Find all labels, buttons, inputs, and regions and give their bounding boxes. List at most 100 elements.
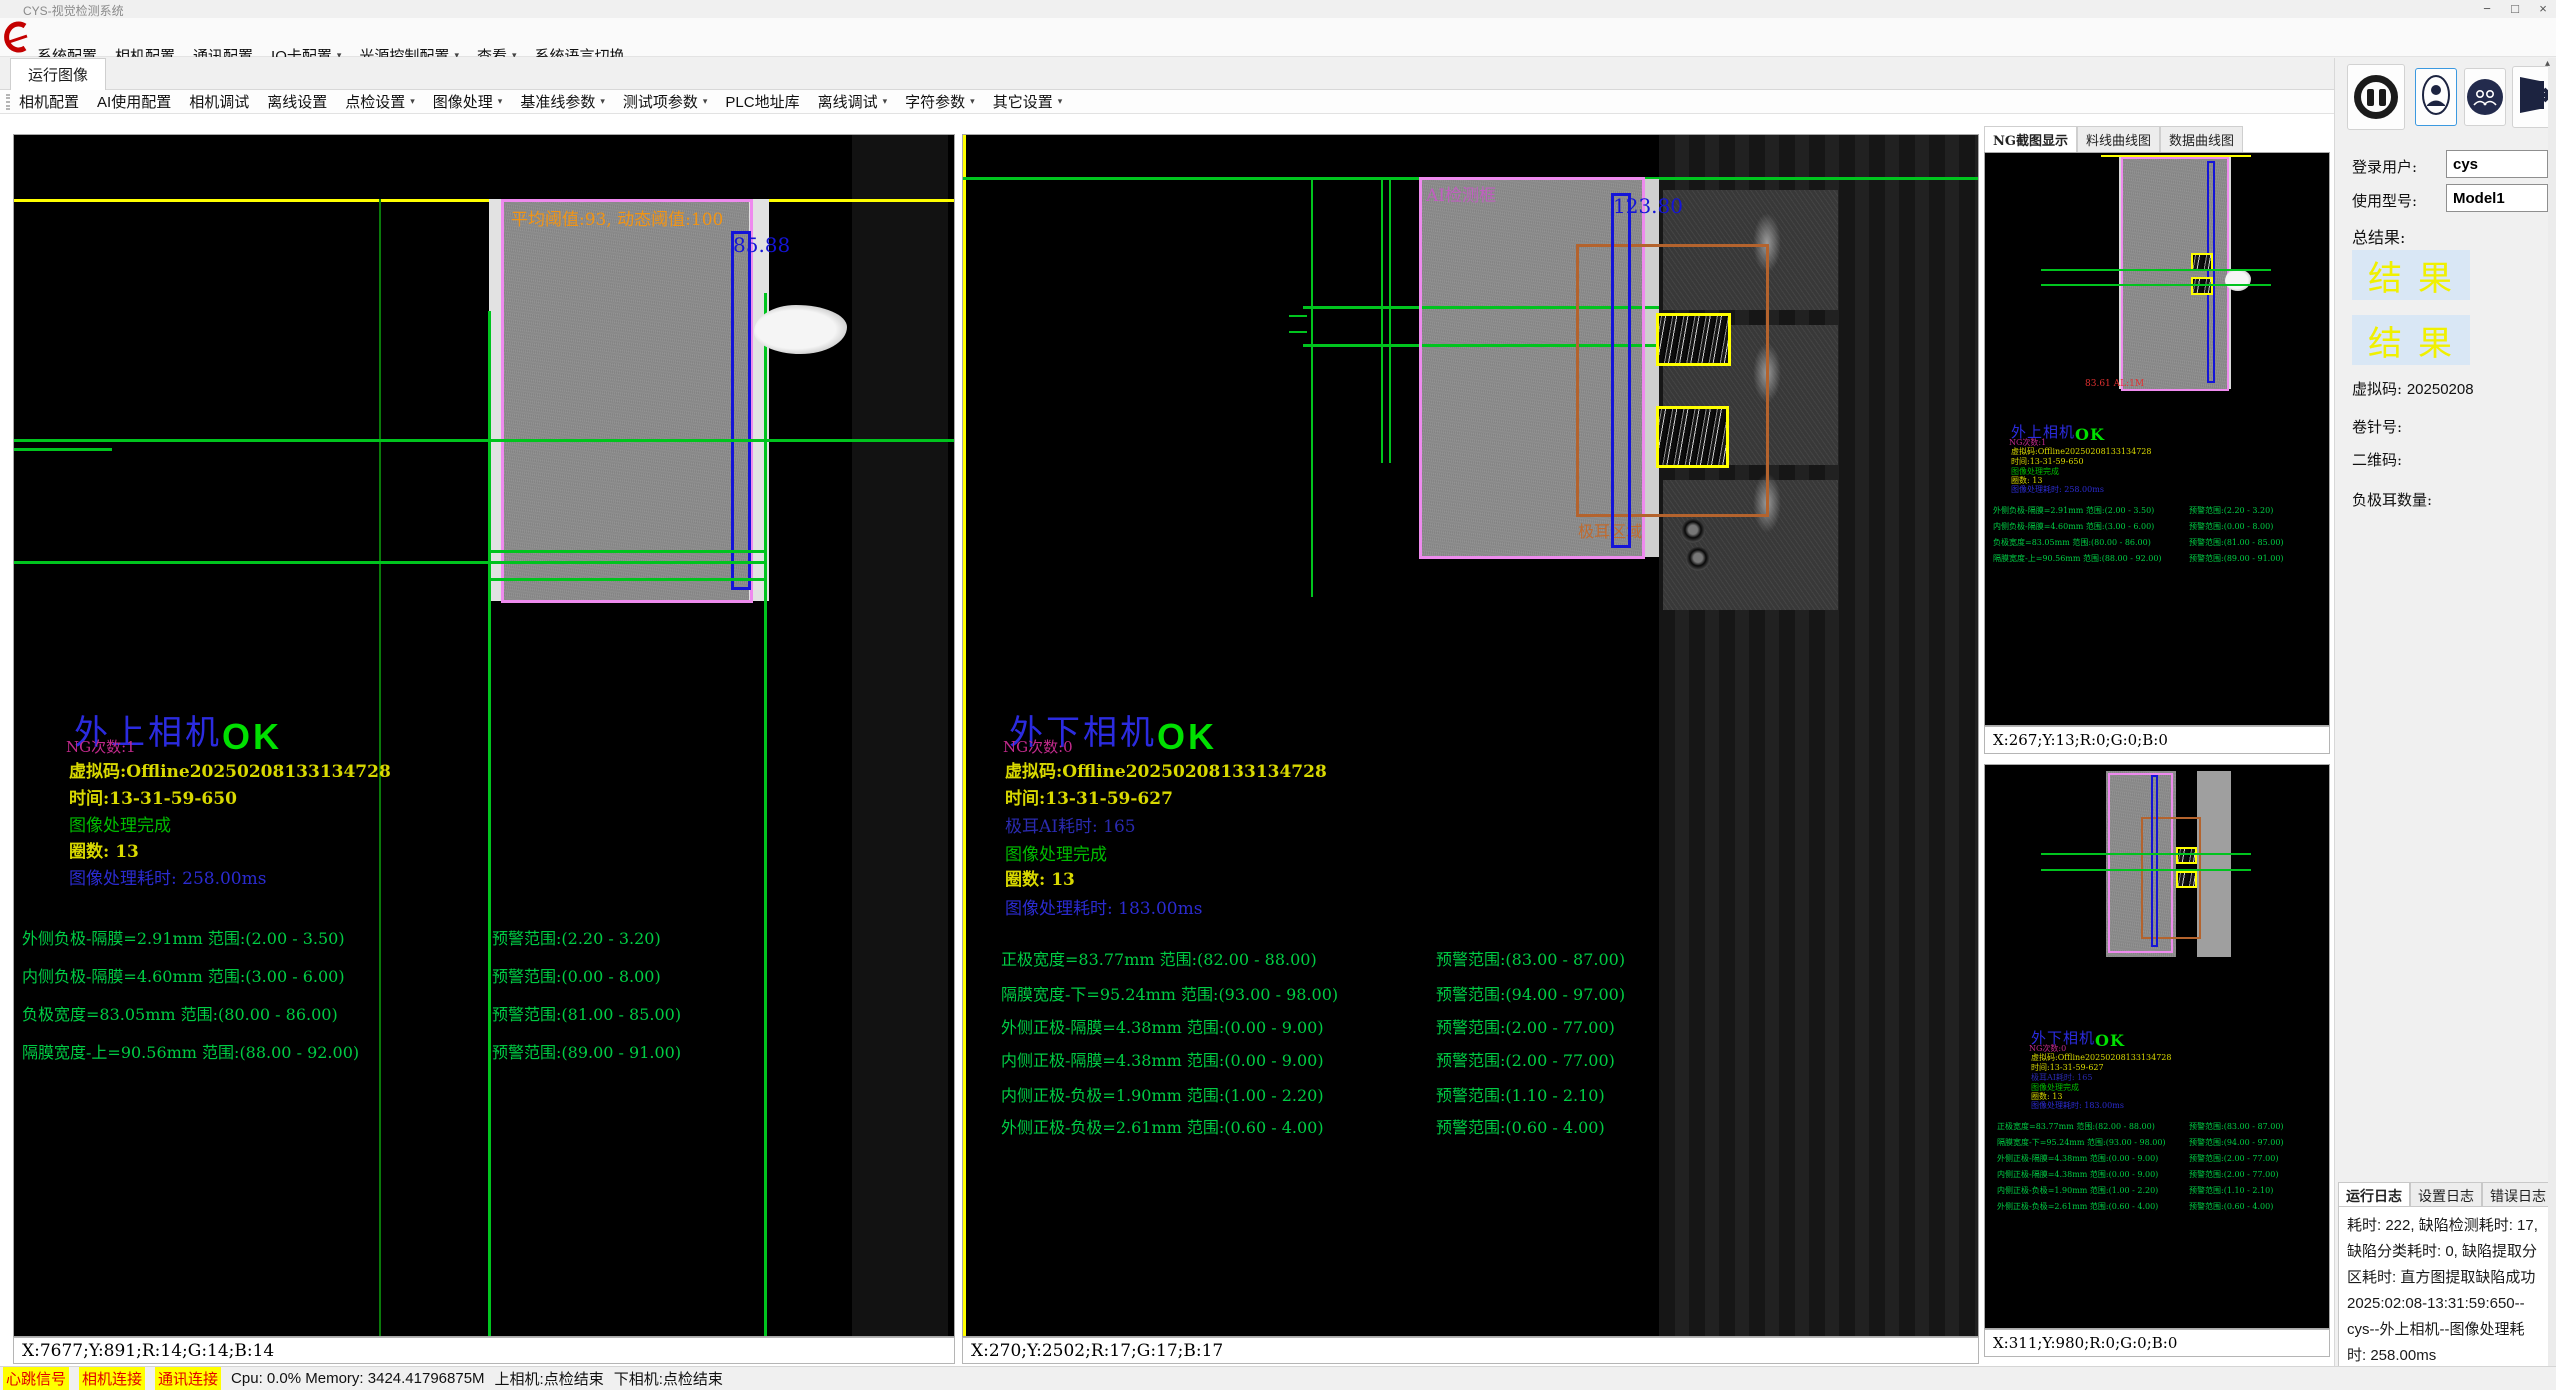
mini-measure: 预警范围:(81.00 - 85.00) (2189, 537, 2284, 548)
right-scrollbar[interactable] (2548, 58, 2556, 1390)
pause-button[interactable] (2347, 64, 2405, 130)
model-label: 使用型号: (2352, 190, 2417, 211)
camera-result-ok: OK (1157, 720, 1217, 754)
tab-data-curve[interactable]: 数据曲线图 (2160, 126, 2243, 152)
measurement-warn: 预警范围:(0.60 - 4.00) (1436, 1114, 1605, 1138)
mini-measure: 隔膜宽度-下=95.24mm 范围:(93.00 - 98.00) (1997, 1137, 2166, 1148)
right-camera-view[interactable]: AI检测框 极耳区域 123.80 外下相机OK NG次数:0 虚拟码:Offl… (962, 134, 1979, 1337)
model-field[interactable] (2446, 184, 2548, 212)
reel-needle-label: 卷针号: (2352, 416, 2402, 437)
user-button[interactable] (2415, 68, 2457, 126)
overlay-vline-green-right (764, 293, 767, 1337)
measurement-warn: 预警范围:(94.00 - 97.00) (1436, 981, 1625, 1005)
overlay-hline-green-4 (490, 578, 766, 581)
measurement-text: 外侧正极-隔膜=4.38mm 范围:(0.00 - 9.00) (1001, 1014, 1324, 1038)
mini-measure: 正极宽度=83.77mm 范围:(82.00 - 88.00) (1997, 1121, 2155, 1132)
camera-link-indicator: 相机连接 (79, 1367, 145, 1390)
ng-count-label: NG次数:1 (66, 736, 136, 757)
tool-offline-debug[interactable]: 离线调试▾ (809, 91, 897, 112)
left-camera-view[interactable]: 平均阈值:93, 动态阈值:100 85.88 外上相机OK NG次数:1 虚拟… (13, 134, 955, 1337)
tool-char-params[interactable]: 字符参数▾ (896, 91, 984, 112)
negative-tab-count-label: 负极耳数量: (2352, 489, 2432, 510)
close-icon[interactable]: × (2532, 1, 2554, 17)
tab-region-label: 极耳区域 (1578, 518, 1642, 542)
result-display-1: 结果 (2352, 250, 2470, 300)
chevron-down-icon: ▾ (410, 96, 415, 107)
virtual-code-line: 虚拟码:Offline20250208133134728 (69, 757, 391, 782)
tool-camera-config[interactable]: 相机配置 (10, 91, 88, 112)
tab-ng-screenshot[interactable]: NG截图显示 (1984, 126, 2077, 152)
login-user-field[interactable] (2446, 150, 2548, 178)
tool-bar: 相机配置 AI使用配置 相机调试 离线设置 点检设置▾ 图像处理▾ 基准线参数▾… (0, 90, 2556, 114)
chevron-down-icon: ▾ (1058, 96, 1063, 107)
elapsed-line: 图像处理耗时: 183.00ms (1005, 894, 1202, 919)
camera-result-ok: OK (222, 720, 282, 754)
measurement-warn: 预警范围:(0.00 - 8.00) (492, 963, 661, 987)
turns-line: 圈数: 13 (69, 837, 139, 862)
virtual-code-line: 虚拟码:Offline20250208133134728 (1005, 757, 1327, 782)
scroll-up-icon[interactable]: ▴ (2545, 58, 2550, 69)
tool-offline-setting[interactable]: 离线设置 (258, 91, 336, 112)
overlay-hline-green-stub (1289, 331, 1307, 333)
overlay-tab-region-orange-box (1576, 244, 1769, 517)
tool-camera-debug[interactable]: 相机调试 (180, 91, 258, 112)
overlay-vline-green-a (1381, 177, 1383, 463)
chevron-down-icon: ▾ (883, 96, 888, 107)
measure-value-label: 123.80 (1613, 194, 1683, 218)
qr-code-label: 二维码: (2352, 449, 2402, 470)
tool-other-settings[interactable]: 其它设置▾ (984, 91, 1072, 112)
mini-measure: 预警范围:(94.00 - 97.00) (2189, 1137, 2284, 1148)
overlay-measure-blue-box (731, 231, 751, 590)
view-tab-row (0, 57, 2556, 90)
process-done-line: 图像处理完成 (69, 811, 171, 836)
overlay-hline-green-2 (490, 550, 766, 553)
overlay-baseline-yellow (14, 199, 955, 202)
mini-green-hline (2041, 269, 2271, 271)
mini-measure: 预警范围:(0.00 - 8.00) (2189, 521, 2273, 532)
result-display-2: 结果 (2352, 315, 2470, 365)
ai-time-line: 极耳AI耗时: 165 (1005, 812, 1136, 837)
measurement-text: 内侧正极-负极=1.90mm 范围:(1.00 - 2.20) (1001, 1082, 1324, 1106)
measurement-warn: 预警范围:(2.20 - 3.20) (492, 925, 661, 949)
measurement-warn: 预警范围:(89.00 - 91.00) (492, 1039, 681, 1063)
tool-test-item-params[interactable]: 测试项参数▾ (614, 91, 717, 112)
ng-count-label: NG次数:0 (1003, 736, 1073, 757)
tab-run-log[interactable]: 运行日志 (2338, 1182, 2410, 1209)
tab-run-image[interactable]: 运行图像 (10, 58, 106, 90)
measurement-text: 正极宽度=83.77mm 范围:(82.00 - 88.00) (1001, 946, 1317, 970)
mini-measure: 内侧正极-隔膜=4.38mm 范围:(0.00 - 9.00) (1997, 1169, 2158, 1180)
minimize-icon[interactable]: − (2476, 1, 2498, 17)
threshold-overlay-label: 平均阈值:93, 动态阈值:100 (511, 205, 723, 230)
overlay-hline-green-stub (1289, 315, 1307, 317)
ng-thumbnail-upper[interactable]: 83.61 AL:1M 外上相机OK NG次数:1 虚拟码:Offline202… (1984, 152, 2330, 726)
status-bar: 心跳信号 相机连接 通讯连接 Cpu: 0.0% Memory: 3424.41… (0, 1366, 2556, 1390)
tool-plc-address[interactable]: PLC地址库 (716, 91, 808, 112)
measurement-text: 内侧正极-隔膜=4.38mm 范围:(0.00 - 9.00) (1001, 1047, 1324, 1071)
upper-camera-check-status: 上相机:点检结束 (495, 1368, 604, 1389)
tool-baseline-params[interactable]: 基准线参数▾ (511, 91, 614, 112)
ng-panel-tabs: NG截图显示 料线曲线图 数据曲线图 (1984, 129, 2243, 152)
right-camera-status: X:270;Y:2502;R:17;G:17;B:17 (962, 1337, 1979, 1364)
tab-error-log[interactable]: 错误日志 (2482, 1182, 2554, 1209)
tab-detect-yellow-box (1656, 313, 1731, 366)
elapsed-line: 图像处理耗时: 258.00ms (69, 864, 266, 889)
ng-thumbnail-lower[interactable]: 外下相机OK NG次数:0 虚拟码:Offline202502081331347… (1984, 764, 2330, 1329)
overlay-vline-green-left (488, 311, 491, 1337)
machine-bolt (1686, 547, 1710, 571)
mini-measure: 预警范围:(2.00 - 77.00) (2189, 1153, 2278, 1164)
time-line: 时间:13-31-59-650 (69, 784, 237, 809)
tab-material-curve[interactable]: 料线曲线图 (2077, 126, 2160, 152)
tool-spot-check[interactable]: 点检设置▾ (336, 91, 424, 112)
tool-image-process[interactable]: 图像处理▾ (424, 91, 512, 112)
users-button[interactable] (2464, 68, 2506, 126)
mini-green-hline (2041, 284, 2271, 286)
tab-setting-log[interactable]: 设置日志 (2410, 1182, 2482, 1209)
mini-blue-box (2151, 775, 2158, 947)
virtual-code-value: 20250208 (2407, 381, 2474, 398)
chevron-down-icon: ▾ (970, 96, 975, 107)
maximize-icon[interactable]: □ (2504, 1, 2526, 17)
machine-shadow-band (852, 135, 948, 1337)
tool-ai-use-config[interactable]: AI使用配置 (88, 91, 180, 112)
measurement-warn: 预警范围:(2.00 - 77.00) (1436, 1047, 1615, 1071)
window-title: CYS-视觉检测系统 (23, 2, 124, 19)
